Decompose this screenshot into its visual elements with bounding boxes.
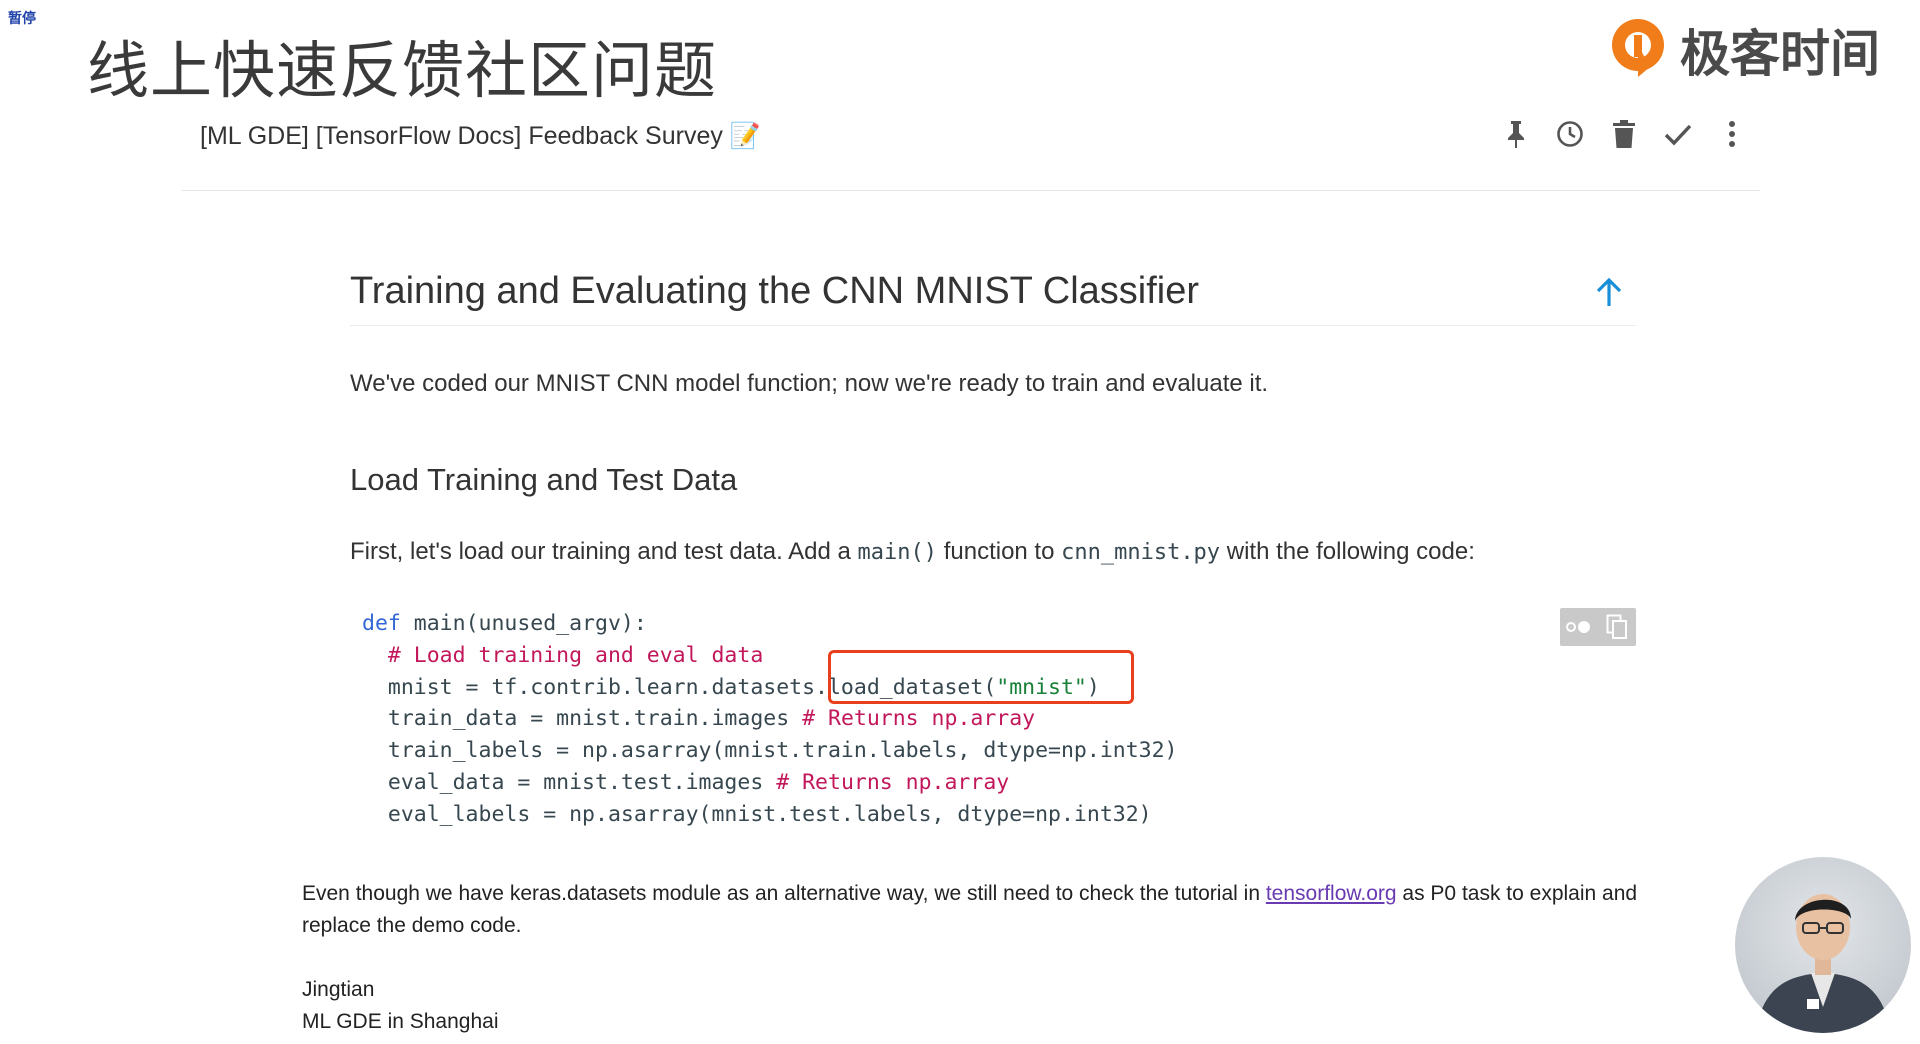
code-comment: # Returns np.array <box>776 769 1010 795</box>
brand-mark-icon <box>1608 15 1670 85</box>
signature-name: Jingtian <box>302 978 375 1001</box>
email-subject: [ML GDE] [TensorFlow Docs] Feedback Surv… <box>200 122 761 150</box>
brand-name: 极客时间 <box>1680 25 1880 83</box>
pin-icon[interactable] <box>1500 118 1532 150</box>
inline-code-filename: cnn_mnist.py <box>1061 540 1221 565</box>
code-toolbar <box>1560 608 1636 646</box>
snooze-icon[interactable] <box>1554 118 1586 150</box>
code-listing: def main(unused_argv): # Load training a… <box>350 608 1636 831</box>
code-block: def main(unused_argv): # Load training a… <box>350 608 1636 844</box>
code-comment: # Load training and eval data <box>362 642 764 668</box>
doc-heading: Training and Evaluating the CNN MNIST Cl… <box>350 270 1636 326</box>
presenter-video <box>1735 857 1911 1033</box>
code-text: eval_labels = np.asarray(mnist.test.labe… <box>362 801 1152 827</box>
slide-title: 线上快速反馈社区问题 <box>87 34 718 107</box>
pause-label[interactable]: 暂停 <box>8 8 36 28</box>
more-icon[interactable] <box>1716 118 1748 150</box>
page: 暂停 线上快速反馈社区问题 极客时间 [ML GDE] [TensorFlow … <box>0 0 1920 1044</box>
doc-heading-text: Training and Evaluating the CNN MNIST Cl… <box>350 270 1200 312</box>
brand-logo: 极客时间 <box>1608 14 1880 86</box>
presenter-avatar-icon <box>1755 894 1891 1033</box>
email-paragraph: Even though we have keras.datasets modul… <box>302 878 1642 942</box>
doc-content: Training and Evaluating the CNN MNIST Cl… <box>350 270 1636 827</box>
signature-title: ML GDE in Shanghai <box>302 1010 499 1033</box>
instruction-text: function to <box>937 538 1062 565</box>
delete-icon[interactable] <box>1608 118 1640 150</box>
code-comment: # Returns np.array <box>802 706 1036 732</box>
instruction-text: with the following code: <box>1220 538 1475 565</box>
done-icon[interactable] <box>1662 118 1694 150</box>
email-header: [ML GDE] [TensorFlow Docs] Feedback Surv… <box>182 110 1760 191</box>
code-text: main(unused_argv): <box>400 611 647 636</box>
instruction-text: First, let's load our training and test … <box>350 538 858 565</box>
code-text: train_data = mnist.train.images <box>362 706 803 732</box>
code-keyword: def <box>362 611 401 636</box>
email-toolbar <box>1500 118 1748 150</box>
doc-subheading: Load Training and Test Data <box>350 462 738 497</box>
email-body: Even though we have keras.datasets modul… <box>302 878 1642 1038</box>
toggle-dark-icon[interactable] <box>1564 612 1594 642</box>
highlight-annotation <box>828 650 1134 704</box>
email-text: Even though we have keras.datasets modul… <box>302 882 1266 905</box>
arrow-up-icon[interactable] <box>1594 276 1624 310</box>
copy-icon[interactable] <box>1602 612 1632 642</box>
doc-instruction-paragraph: First, let's load our training and test … <box>350 538 1475 566</box>
code-text: eval_data = mnist.test.images <box>362 769 777 795</box>
code-text: train_labels = np.asarray(mnist.train.la… <box>362 738 1178 764</box>
doc-intro-paragraph: We've coded our MNIST CNN model function… <box>350 370 1269 397</box>
inline-code-main: main() <box>857 540 938 565</box>
tensorflow-link[interactable]: tensorflow.org <box>1266 882 1397 905</box>
